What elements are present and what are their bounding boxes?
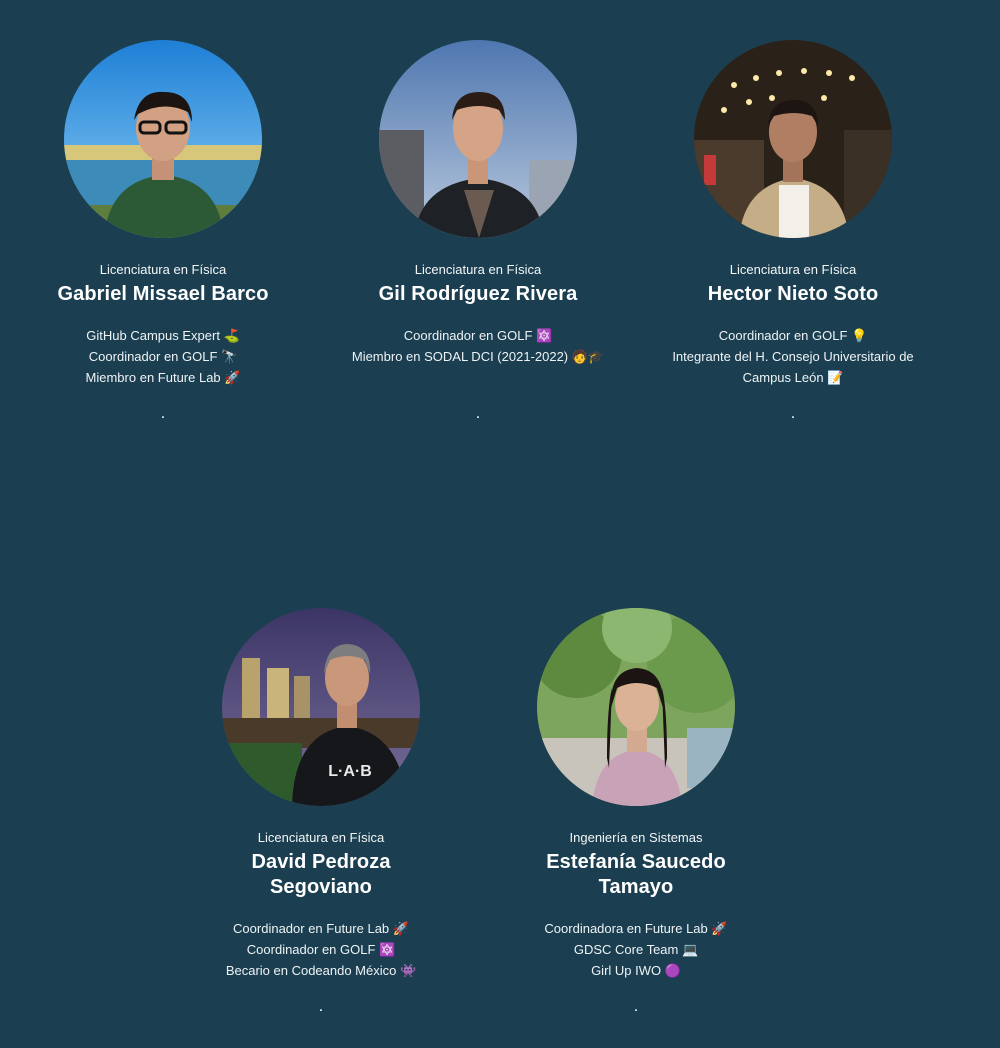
member-card: Licenciatura en Física Gabriel Missael B… — [18, 40, 308, 422]
member-roles: Coordinadora en Future Lab 🚀 GDSC Core T… — [491, 918, 781, 981]
member-degree: Licenciatura en Física — [729, 262, 857, 277]
person-photo-icon: L·A·B — [222, 608, 420, 806]
member-role: Coordinador en GOLF 💡 — [718, 328, 868, 343]
avatar — [537, 608, 735, 806]
member-role: GitHub Campus Expert ⛳ — [86, 328, 240, 343]
member-roles: Coordinador en Future Lab 🚀 Coordinador … — [176, 918, 466, 981]
card-dot: . — [633, 998, 639, 1015]
member-name: Gil Rodríguez Rivera — [378, 283, 578, 305]
member-card: L·A·B Licenciatura en Física David Pedro… — [176, 608, 466, 1015]
member-name: David Pedroza Segoviano — [251, 851, 391, 898]
member-name: Hector Nieto Soto — [707, 283, 879, 305]
member-name: Estefanía Saucedo Tamayo — [546, 851, 726, 898]
avatar: L·A·B — [222, 608, 420, 806]
member-card: Licenciatura en Física Hector Nieto Soto… — [648, 40, 938, 422]
member-roles: Coordinador en GOLF 🔯 Miembro en SODAL D… — [333, 325, 623, 367]
avatar — [64, 40, 262, 238]
member-role: Coordinadora en Future Lab 🚀 — [544, 921, 728, 936]
avatar — [379, 40, 577, 238]
person-photo-icon — [537, 608, 735, 806]
member-role: Coordinador en GOLF 🔭 — [88, 349, 238, 364]
member-roles: Coordinador en GOLF 💡 Integrante del H. … — [648, 325, 938, 388]
avatar — [694, 40, 892, 238]
member-degree: Ingeniería en Sistemas — [569, 830, 703, 845]
member-role: GDSC Core Team 💻 — [573, 942, 699, 957]
svg-text:L·A·B: L·A·B — [328, 763, 372, 780]
member-role: Integrante del H. Consejo Universitario … — [672, 349, 914, 385]
member-role: Girl Up IWO 🟣 — [591, 963, 681, 978]
card-dot: . — [160, 405, 166, 422]
member-role: Miembro en Future Lab 🚀 — [85, 370, 241, 385]
member-role: Becario en Codeando México 👾 — [225, 963, 417, 978]
member-role: Miembro en SODAL DCI (2021-2022) 🧑🎓 — [351, 349, 605, 364]
member-degree: Licenciatura en Física — [99, 262, 227, 277]
card-dot: . — [790, 405, 796, 422]
member-role: Coordinador en Future Lab 🚀 — [233, 921, 409, 936]
person-photo-icon — [64, 40, 262, 238]
member-degree: Licenciatura en Física — [257, 830, 385, 845]
team-section: Licenciatura en Física Gabriel Missael B… — [0, 0, 1000, 1048]
member-role: Coordinador en GOLF 🔯 — [403, 328, 553, 343]
person-photo-icon — [694, 40, 892, 238]
member-name: Gabriel Missael Barco — [57, 283, 269, 305]
member-role: Coordinador en GOLF 🔯 — [246, 942, 396, 957]
member-card: Licenciatura en Física Gil Rodríguez Riv… — [333, 40, 623, 422]
card-dot: . — [475, 405, 481, 422]
member-roles: GitHub Campus Expert ⛳ Coordinador en GO… — [18, 325, 308, 388]
member-card: Ingeniería en Sistemas Estefanía Saucedo… — [491, 608, 781, 1015]
card-dot: . — [318, 998, 324, 1015]
person-photo-icon — [379, 40, 577, 238]
member-degree: Licenciatura en Física — [414, 262, 542, 277]
